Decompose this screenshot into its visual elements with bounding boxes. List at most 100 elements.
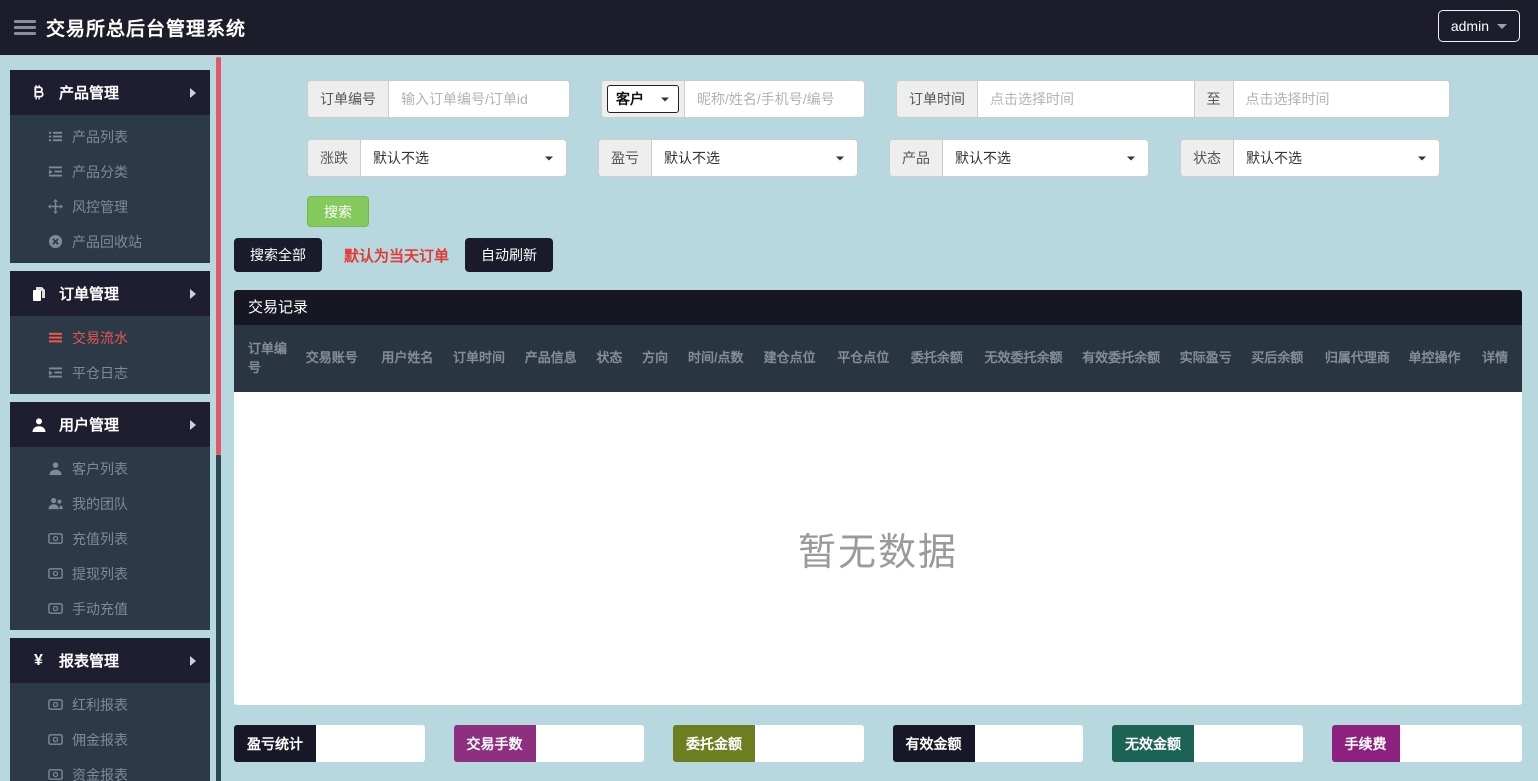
sidebar-item-label: 手动充值 [72, 600, 128, 617]
sidebar: 产品管理 产品列表 产品分类 风控管理 产品回收站 订单管理 交易流水 平仓日志… [10, 70, 210, 781]
search-button[interactable]: 搜索 [307, 196, 369, 227]
status-select-value: 默认不选 [1246, 150, 1302, 166]
sidebar-section-orders: 订单管理 交易流水 平仓日志 [10, 271, 210, 394]
indent-list-icon [48, 365, 63, 380]
money-icon [48, 601, 63, 616]
stat-value [1399, 725, 1522, 762]
start-time-input[interactable] [978, 81, 1194, 117]
product-filter-group: 产品 默认不选 [889, 139, 1149, 177]
column-header: 实际盈亏 [1179, 350, 1232, 366]
sidebar-item-trade-flow[interactable]: 交易流水 [10, 320, 210, 355]
sidebar-item-label: 产品分类 [72, 163, 128, 180]
column-header: 买后余额 [1251, 350, 1304, 366]
sidebar-submenu-orders: 交易流水 平仓日志 [10, 316, 210, 394]
customer-type-select[interactable]: 客户 [607, 85, 679, 113]
sidebar-submenu-users: 客户列表 我的团队 充值列表 提现列表 手动充值 [10, 447, 210, 630]
column-header: 委托余额 [910, 350, 963, 366]
stat-label: 交易手数 [453, 725, 536, 762]
hamburger-menu-icon[interactable] [14, 17, 36, 38]
updown-select[interactable]: 默认不选 [361, 140, 566, 176]
move-icon [48, 199, 63, 214]
navbar: 交易所总后台管理系统 admin [0, 0, 1538, 55]
sidebar-item-close-log[interactable]: 平仓日志 [10, 355, 210, 390]
stat-label: 委托金额 [673, 725, 755, 762]
sidebar-item-risk-control[interactable]: 风控管理 [10, 189, 210, 224]
yen-icon: ¥ [34, 651, 43, 669]
order-time-label: 订单时间 [897, 81, 978, 117]
sidebar-header-orders[interactable]: 订单管理 [10, 271, 210, 316]
sidebar-item-label: 交易流水 [72, 329, 128, 346]
sidebar-item-product-list[interactable]: 产品列表 [10, 119, 210, 154]
end-time-input[interactable] [1233, 81, 1449, 117]
sidebar-header-label: 产品管理 [59, 85, 120, 102]
sidebar-header-label: 报表管理 [59, 653, 120, 670]
copy-icon [30, 285, 47, 302]
order-time-group: 订单时间 至 [896, 80, 1450, 118]
table-body: 暂无数据 [234, 392, 1522, 705]
filter-form: 订单编号 客户 订单时间 至 涨跌 [234, 80, 1522, 177]
column-header: 方向 [642, 350, 669, 366]
sidebar-submenu-products: 产品列表 产品分类 风控管理 产品回收站 [10, 115, 210, 263]
admin-dropdown-button[interactable]: admin [1437, 10, 1520, 42]
sidebar-item-commission-report[interactable]: 佣金报表 [10, 722, 210, 757]
sidebar-item-withdraw-list[interactable]: 提现列表 [10, 556, 210, 591]
chevron-down-icon [545, 156, 553, 160]
trade-records-panel: 交易记录 订单编号 交易账号 用户姓名 订单时间 产品信息 状态 方向 时间/点… [234, 290, 1522, 705]
chevron-down-icon [1418, 156, 1426, 160]
sidebar-item-product-recycle[interactable]: 产品回收站 [10, 224, 210, 259]
profit-label: 盈亏 [599, 140, 652, 176]
customer-group: 客户 [601, 80, 865, 118]
profit-select[interactable]: 默认不选 [652, 140, 857, 176]
column-header: 交易账号 [305, 350, 358, 366]
sidebar-header-label: 用户管理 [59, 417, 120, 434]
team-icon [48, 496, 63, 511]
product-select-value: 默认不选 [955, 150, 1011, 166]
stat-entrust-amount: 委托金额 [673, 725, 864, 762]
sidebar-header-products[interactable]: 产品管理 [10, 70, 210, 115]
sidebar-item-my-team[interactable]: 我的团队 [10, 486, 210, 521]
order-number-label: 订单编号 [308, 81, 389, 117]
status-select[interactable]: 默认不选 [1234, 140, 1439, 176]
sidebar-item-funds-report[interactable]: 资金报表 [10, 757, 210, 781]
order-number-input[interactable] [389, 81, 569, 117]
sidebar-header-label: 订单管理 [59, 286, 120, 303]
sidebar-header-users[interactable]: 用户管理 [10, 402, 210, 447]
customer-select-addon: 客户 [602, 81, 685, 117]
stat-value [535, 725, 644, 762]
sidebar-item-label: 风控管理 [72, 198, 128, 215]
search-all-button[interactable]: 搜索全部 [234, 238, 322, 272]
circle-x-icon [48, 234, 63, 249]
product-select[interactable]: 默认不选 [943, 140, 1148, 176]
chevron-right-icon [190, 87, 196, 98]
user-icon [30, 416, 47, 433]
chevron-right-icon [190, 419, 196, 430]
sidebar-item-label: 客户列表 [72, 460, 128, 477]
actions-row: 搜索全部 默认为当天订单 自动刷新 [234, 238, 1522, 272]
scrollbar-track [216, 455, 221, 781]
sidebar-item-deposit-list[interactable]: 充值列表 [10, 521, 210, 556]
column-header: 归属代理商 [1324, 350, 1390, 366]
sidebar-item-label: 提现列表 [72, 565, 128, 582]
stat-label: 有效金额 [892, 725, 975, 762]
sidebar-section-products: 产品管理 产品列表 产品分类 风控管理 产品回收站 [10, 70, 210, 263]
stat-value [316, 725, 425, 762]
customer-search-input[interactable] [685, 81, 864, 117]
sidebar-scrollbar[interactable] [216, 57, 221, 781]
sidebar-header-reports[interactable]: ¥ 报表管理 [10, 638, 210, 683]
sidebar-item-bonus-report[interactable]: 红利报表 [10, 687, 210, 722]
main-content: 订单编号 客户 订单时间 至 涨跌 [234, 55, 1522, 762]
column-header: 建仓点位 [763, 350, 816, 366]
status-filter-group: 状态 默认不选 [1180, 139, 1440, 177]
column-header: 产品信息 [524, 350, 577, 366]
empty-state-text: 暂无数据 [797, 532, 958, 574]
to-label: 至 [1193, 81, 1234, 117]
updown-label: 涨跌 [308, 140, 361, 176]
sidebar-section-users: 用户管理 客户列表 我的团队 充值列表 提现列表 手动充值 [10, 402, 210, 630]
sidebar-item-manual-deposit[interactable]: 手动充值 [10, 591, 210, 626]
scrollbar-thumb[interactable] [216, 57, 221, 455]
sidebar-item-customer-list[interactable]: 客户列表 [10, 451, 210, 486]
stat-trade-lots: 交易手数 [453, 725, 644, 762]
sidebar-item-product-category[interactable]: 产品分类 [10, 154, 210, 189]
app-title: 交易所总后台管理系统 [46, 19, 247, 40]
auto-refresh-button[interactable]: 自动刷新 [465, 238, 554, 272]
